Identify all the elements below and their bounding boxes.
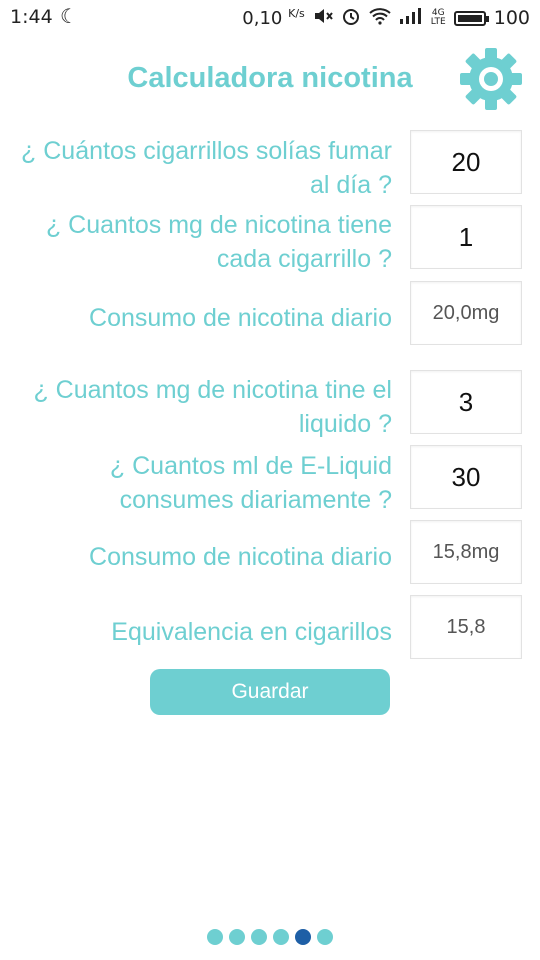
daily-nicotine-label: Consumo de nicotina diario <box>89 304 392 332</box>
page-dot[interactable] <box>295 929 311 945</box>
clock: 1:44 <box>10 6 53 28</box>
status-icons: 0,10 K/s 4G LTE 100 <box>242 6 530 30</box>
daily-nicotine-output: 20,0mg <box>410 281 522 345</box>
network-type-indicator: 4G LTE <box>430 8 446 27</box>
wifi-icon <box>369 7 391 29</box>
battery-icon <box>453 10 489 26</box>
page-indicator <box>0 929 540 945</box>
page-dot[interactable] <box>273 929 289 945</box>
cigarette-equivalence-output: 15,8 <box>410 595 522 659</box>
network-speed: 0,10 K/s <box>242 7 305 29</box>
mg-per-cigarette-input[interactable]: 1 <box>410 205 522 269</box>
battery-level: 100 <box>493 7 530 29</box>
page-dot[interactable] <box>207 929 223 945</box>
signal-icon <box>399 8 423 28</box>
cigarettes-per-day-label: ¿ Cuántos cigarrillos solías fumar al dí… <box>21 137 392 199</box>
liquid-mg-label: ¿ Cuantos mg de nicotina tine el liquido… <box>33 376 392 438</box>
liquid-mg-input[interactable]: 3 <box>410 370 522 434</box>
page-dot[interactable] <box>317 929 333 945</box>
page-dot[interactable] <box>229 929 245 945</box>
alarm-icon <box>341 6 361 30</box>
mute-icon <box>313 7 333 29</box>
cigarettes-per-day-input[interactable]: 20 <box>410 130 522 194</box>
status-bar: 1:44 ☾ 0,10 K/s 4G LTE 100 <box>0 0 540 34</box>
liquid-ml-label: ¿ Cuantos ml de E-Liquid consumes diaria… <box>109 452 392 514</box>
save-button[interactable]: Guardar <box>150 669 390 715</box>
mg-per-cigarette-label: ¿ Cuantos mg de nicotina tiene cada ciga… <box>45 211 392 273</box>
liquid-ml-input[interactable]: 30 <box>410 445 522 509</box>
moon-icon: ☾ <box>60 4 78 28</box>
cigarette-equivalence-label: Equivalencia en cigarillos <box>111 618 392 646</box>
daily-nicotine-ecig-output: 15,8mg <box>410 520 522 584</box>
page-dot[interactable] <box>251 929 267 945</box>
daily-nicotine-ecig-label: Consumo de nicotina diario <box>89 543 392 571</box>
settings-gear-icon[interactable] <box>458 46 524 112</box>
